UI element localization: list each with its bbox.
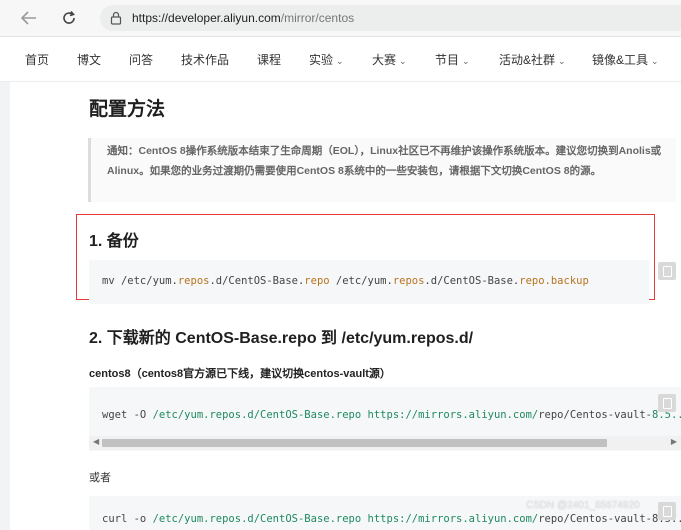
- nav-label: 博文: [77, 53, 102, 67]
- lock-icon: [110, 11, 122, 25]
- url-scheme: https://: [132, 11, 169, 25]
- nav-label: 实验: [309, 53, 334, 67]
- nav-label: 首页: [25, 53, 50, 67]
- chevron-down-icon: ⌄: [336, 56, 344, 66]
- notice-text: 通知：CentOS 8操作系统版本结束了生命周期（EOL），Linux社区已不再…: [107, 145, 662, 177]
- nav-item-home[interactable]: 首页: [25, 51, 49, 68]
- page-title: 配置方法: [89, 99, 166, 120]
- nav-label: 大赛: [372, 53, 397, 67]
- code-line: curl -o /etc/yum.repos.d/CentOS-Base.rep…: [102, 513, 681, 525]
- nav-item-events[interactable]: 活动&社群 ⌄: [499, 51, 566, 68]
- code-url: https://mirrors.aliyun.com/: [367, 513, 539, 525]
- download-heading: 2. 下载新的 CentOS-Base.repo 到 /etc/yum.repo…: [89, 330, 474, 347]
- back-arrow-icon[interactable]: [18, 7, 40, 29]
- nav-item-contests[interactable]: 大赛 ⌄: [372, 51, 407, 68]
- chevron-down-icon: ⌄: [651, 56, 659, 66]
- reload-icon[interactable]: [58, 7, 80, 29]
- scrollbar-thumb[interactable]: [102, 439, 607, 447]
- code-text: curl -o: [102, 513, 153, 525]
- code-path: /etc/yum.repos.d/CentOS-Base.repo: [152, 409, 362, 421]
- nav-item-qa[interactable]: 问答: [129, 51, 153, 68]
- address-bar[interactable]: https://developer.aliyun.com/mirror/cent…: [100, 5, 681, 31]
- copy-icon[interactable]: [658, 502, 676, 520]
- copy-icon[interactable]: [658, 262, 676, 280]
- chevron-down-icon: ⌄: [462, 56, 470, 66]
- code-path: /etc/yum.repos.d/CentOS-Base.repo: [152, 513, 362, 525]
- copy-icon[interactable]: [658, 394, 676, 412]
- code-text: wget -O: [102, 409, 153, 421]
- chevron-down-icon: ⌄: [399, 56, 407, 66]
- nav-label: 节目: [435, 53, 460, 67]
- url-host: developer.aliyun.com: [168, 11, 281, 25]
- csdn-watermark: CSDN @2401_85674920: [526, 500, 640, 511]
- browser-toolbar: https://developer.aliyun.com/mirror/cent…: [0, 0, 681, 37]
- nav-label: 活动&社群: [499, 53, 556, 67]
- nav-label: 镜像&工具: [592, 53, 649, 67]
- code-keyword: repos: [177, 275, 210, 287]
- url-path: /mirror/centos: [280, 11, 355, 25]
- backup-code-block[interactable]: mv /etc/yum.repos.d/CentOS-Base.repo /et…: [89, 260, 649, 304]
- code-text: mv /etc/yum.: [102, 275, 178, 287]
- code-url: https://mirrors.aliyun.com/: [367, 409, 539, 421]
- chevron-down-icon: ⌄: [558, 56, 566, 66]
- code-text: /etc/yum.: [329, 275, 393, 287]
- or-label: 或者: [89, 472, 111, 484]
- nav-item-mirrors[interactable]: 镜像&工具 ⌄: [592, 51, 659, 68]
- horizontal-scrollbar[interactable]: ◀ ▶: [89, 436, 681, 450]
- scroll-left-icon[interactable]: ◀: [93, 437, 99, 446]
- nav-item-courses[interactable]: 课程: [257, 51, 281, 68]
- backup-heading: 1. 备份: [89, 233, 139, 250]
- nav-item-blog[interactable]: 博文: [77, 51, 101, 68]
- centos8-label: centos8（centos8官方源已下线，建议切换centos-vault源）: [89, 368, 391, 380]
- article-content: 配置方法 通知：CentOS 8操作系统版本结束了生命周期（EOL），Linux…: [0, 82, 681, 530]
- url-text: https://developer.aliyun.com/mirror/cent…: [132, 5, 354, 31]
- code-text: .d/CentOS-Base.: [424, 275, 520, 287]
- scroll-right-icon[interactable]: ▶: [671, 437, 677, 446]
- code-keyword: repo: [304, 275, 330, 287]
- nav-label: 课程: [257, 53, 282, 67]
- nav-label: 技术作品: [181, 53, 230, 67]
- site-navigation: 首页 博文 问答 技术作品 课程 实验 ⌄ 大赛 ⌄ 节目 ⌄ 活动&社群 ⌄ 镜像&工…: [0, 37, 681, 82]
- nav-label: 问答: [129, 53, 154, 67]
- code-keyword: repos: [392, 275, 425, 287]
- code-text: .d/CentOS-Base.: [209, 275, 305, 287]
- code-line: mv /etc/yum.repos.d/CentOS-Base.repo /et…: [102, 275, 589, 287]
- code-text: repo/Centos-vault-: [538, 409, 653, 421]
- code-line: wget -O /etc/yum.repos.d/CentOS-Base.rep…: [102, 409, 681, 421]
- nav-item-shows[interactable]: 节目 ⌄: [435, 51, 470, 68]
- eol-notice: 通知：CentOS 8操作系统版本结束了生命周期（EOL），Linux社区已不再…: [88, 138, 676, 202]
- code-keyword: repo.backup: [519, 275, 589, 287]
- nav-item-works[interactable]: 技术作品: [181, 51, 229, 68]
- nav-item-labs[interactable]: 实验 ⌄: [309, 51, 344, 68]
